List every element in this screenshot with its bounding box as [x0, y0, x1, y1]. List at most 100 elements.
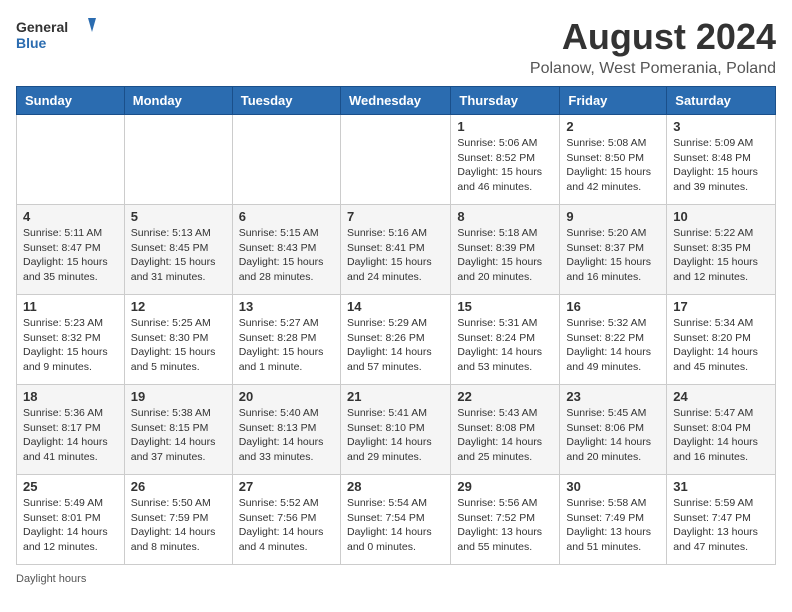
day-number: 23 — [566, 389, 660, 404]
day-info: Sunrise: 5:54 AM Sunset: 7:54 PM Dayligh… — [347, 496, 444, 555]
table-row — [232, 115, 340, 205]
day-info: Sunrise: 5:16 AM Sunset: 8:41 PM Dayligh… — [347, 226, 444, 285]
day-number: 20 — [239, 389, 334, 404]
table-row: 26Sunrise: 5:50 AM Sunset: 7:59 PM Dayli… — [124, 475, 232, 565]
col-tuesday: Tuesday — [232, 87, 340, 115]
day-info: Sunrise: 5:34 AM Sunset: 8:20 PM Dayligh… — [673, 316, 769, 375]
table-row: 2Sunrise: 5:08 AM Sunset: 8:50 PM Daylig… — [560, 115, 667, 205]
table-row: 20 Sunrise: 5:40 AM Sunset: 8:13 PM Dayli… — [232, 385, 340, 475]
table-row: 16Sunrise: 5:32 AM Sunset: 8:22 PM Dayli… — [560, 295, 667, 385]
table-row: 10Sunrise: 5:22 AM Sunset: 8:35 PM Dayli… — [667, 205, 776, 295]
day-number: 6 — [239, 209, 334, 224]
day-number: 29 — [457, 479, 553, 494]
day-number: 26 — [131, 479, 226, 494]
page-header: General Blue August 2024 Polanow, West P… — [16, 16, 776, 78]
table-row: 24 Sunrise: 5:47 AM Sunset: 8:04 PM Dayli… — [667, 385, 776, 475]
day-info: Sunrise: 5:32 AM Sunset: 8:22 PM Dayligh… — [566, 316, 660, 375]
day-number: 31 — [673, 479, 769, 494]
table-row: 25 Sunrise: 5:49 AM Sunset: 8:01 PM Dayli… — [17, 475, 125, 565]
col-monday: Monday — [124, 87, 232, 115]
col-thursday: Thursday — [451, 87, 560, 115]
col-wednesday: Wednesday — [340, 87, 450, 115]
table-row: 29 Sunrise: 5:56 AM Sunset: 7:52 PM Dayli… — [451, 475, 560, 565]
day-number: 21 — [347, 389, 444, 404]
day-number: 15 — [457, 299, 553, 314]
table-row — [124, 115, 232, 205]
day-number: 9 — [566, 209, 660, 224]
logo: General Blue — [16, 16, 96, 56]
svg-text:General: General — [16, 19, 68, 35]
svg-text:Blue: Blue — [16, 35, 47, 51]
calendar-week-1: 1 Sunrise: 5:06 AM Sunset: 8:52 PM Daylig… — [17, 115, 776, 205]
table-row: 18Sunrise: 5:36 AM Sunset: 8:17 PM Dayli… — [17, 385, 125, 475]
day-number: 27 — [239, 479, 334, 494]
day-number: 17 — [673, 299, 769, 314]
calendar-table: Sunday Monday Tuesday Wednesday Thursday… — [16, 86, 776, 565]
table-row: 27 Sunrise: 5:52 AM Sunset: 7:56 PM Dayli… — [232, 475, 340, 565]
day-info: Sunrise: 5:18 AM Sunset: 8:39 PM Dayligh… — [457, 226, 553, 285]
table-row: 4 Sunrise: 5:11 AM Sunset: 8:47 PM Daylig… — [17, 205, 125, 295]
day-number: 4 — [23, 209, 118, 224]
day-number: 11 — [23, 299, 118, 314]
day-info: Sunrise: 5:08 AM Sunset: 8:50 PM Dayligh… — [566, 136, 660, 195]
day-number: 12 — [131, 299, 226, 314]
table-row: 23Sunrise: 5:45 AM Sunset: 8:06 PM Dayli… — [560, 385, 667, 475]
calendar-header-row: Sunday Monday Tuesday Wednesday Thursday… — [17, 87, 776, 115]
table-row: 13 Sunrise: 5:27 AM Sunset: 8:28 PM Dayli… — [232, 295, 340, 385]
day-info: Sunrise: 5:47 AM Sunset: 8:04 PM Dayligh… — [673, 406, 769, 465]
day-info: Sunrise: 5:29 AM Sunset: 8:26 PM Dayligh… — [347, 316, 444, 375]
day-info: Sunrise: 5:13 AM Sunset: 8:45 PM Dayligh… — [131, 226, 226, 285]
main-title: August 2024 — [530, 16, 776, 58]
table-row: 3 Sunrise: 5:09 AM Sunset: 8:48 PM Daylig… — [667, 115, 776, 205]
table-row — [17, 115, 125, 205]
day-number: 25 — [23, 479, 118, 494]
day-number: 5 — [131, 209, 226, 224]
col-friday: Friday — [560, 87, 667, 115]
day-info: Sunrise: 5:38 AM Sunset: 8:15 PM Dayligh… — [131, 406, 226, 465]
table-row: 31Sunrise: 5:59 AM Sunset: 7:47 PM Dayli… — [667, 475, 776, 565]
day-number: 19 — [131, 389, 226, 404]
day-info: Sunrise: 5:41 AM Sunset: 8:10 PM Dayligh… — [347, 406, 444, 465]
day-number: 1 — [457, 119, 553, 134]
table-row: 28 Sunrise: 5:54 AM Sunset: 7:54 PM Dayli… — [340, 475, 450, 565]
table-row: 30 Sunrise: 5:58 AM Sunset: 7:49 PM Dayli… — [560, 475, 667, 565]
day-info: Sunrise: 5:20 AM Sunset: 8:37 PM Dayligh… — [566, 226, 660, 285]
day-info: Sunrise: 5:40 AM Sunset: 8:13 PM Dayligh… — [239, 406, 334, 465]
day-number: 14 — [347, 299, 444, 314]
day-number: 30 — [566, 479, 660, 494]
table-row: 12 Sunrise: 5:25 AM Sunset: 8:30 PM Dayli… — [124, 295, 232, 385]
day-number: 28 — [347, 479, 444, 494]
table-row: 19 Sunrise: 5:38 AM Sunset: 8:15 PM Dayli… — [124, 385, 232, 475]
day-info: Sunrise: 5:43 AM Sunset: 8:08 PM Dayligh… — [457, 406, 553, 465]
day-info: Sunrise: 5:58 AM Sunset: 7:49 PM Dayligh… — [566, 496, 660, 555]
day-info: Sunrise: 5:52 AM Sunset: 7:56 PM Dayligh… — [239, 496, 334, 555]
table-row: 1 Sunrise: 5:06 AM Sunset: 8:52 PM Daylig… — [451, 115, 560, 205]
day-number: 24 — [673, 389, 769, 404]
col-saturday: Saturday — [667, 87, 776, 115]
day-info: Sunrise: 5:49 AM Sunset: 8:01 PM Dayligh… — [23, 496, 118, 555]
table-row: 8 Sunrise: 5:18 AM Sunset: 8:39 PM Daylig… — [451, 205, 560, 295]
day-info: Sunrise: 5:06 AM Sunset: 8:52 PM Dayligh… — [457, 136, 553, 195]
day-info: Sunrise: 5:36 AM Sunset: 8:17 PM Dayligh… — [23, 406, 118, 465]
day-number: 13 — [239, 299, 334, 314]
day-info: Sunrise: 5:27 AM Sunset: 8:28 PM Dayligh… — [239, 316, 334, 375]
day-info: Sunrise: 5:11 AM Sunset: 8:47 PM Dayligh… — [23, 226, 118, 285]
calendar-week-5: 25 Sunrise: 5:49 AM Sunset: 8:01 PM Dayli… — [17, 475, 776, 565]
subtitle: Polanow, West Pomerania, Poland — [530, 60, 776, 78]
day-info: Sunrise: 5:25 AM Sunset: 8:30 PM Dayligh… — [131, 316, 226, 375]
table-row: 21 Sunrise: 5:41 AM Sunset: 8:10 PM Dayli… — [340, 385, 450, 475]
calendar-week-4: 18Sunrise: 5:36 AM Sunset: 8:17 PM Dayli… — [17, 385, 776, 475]
calendar-week-2: 4 Sunrise: 5:11 AM Sunset: 8:47 PM Daylig… — [17, 205, 776, 295]
table-row: 7Sunrise: 5:16 AM Sunset: 8:41 PM Daylig… — [340, 205, 450, 295]
day-number: 8 — [457, 209, 553, 224]
table-row: 22Sunrise: 5:43 AM Sunset: 8:08 PM Dayli… — [451, 385, 560, 475]
day-info: Sunrise: 5:56 AM Sunset: 7:52 PM Dayligh… — [457, 496, 553, 555]
table-row: 15 Sunrise: 5:31 AM Sunset: 8:24 PM Dayli… — [451, 295, 560, 385]
day-info: Sunrise: 5:31 AM Sunset: 8:24 PM Dayligh… — [457, 316, 553, 375]
day-info: Sunrise: 5:15 AM Sunset: 8:43 PM Dayligh… — [239, 226, 334, 285]
day-number: 3 — [673, 119, 769, 134]
title-section: August 2024 Polanow, West Pomerania, Pol… — [530, 16, 776, 78]
table-row — [340, 115, 450, 205]
day-info: Sunrise: 5:09 AM Sunset: 8:48 PM Dayligh… — [673, 136, 769, 195]
footer: Daylight hours — [16, 573, 776, 585]
